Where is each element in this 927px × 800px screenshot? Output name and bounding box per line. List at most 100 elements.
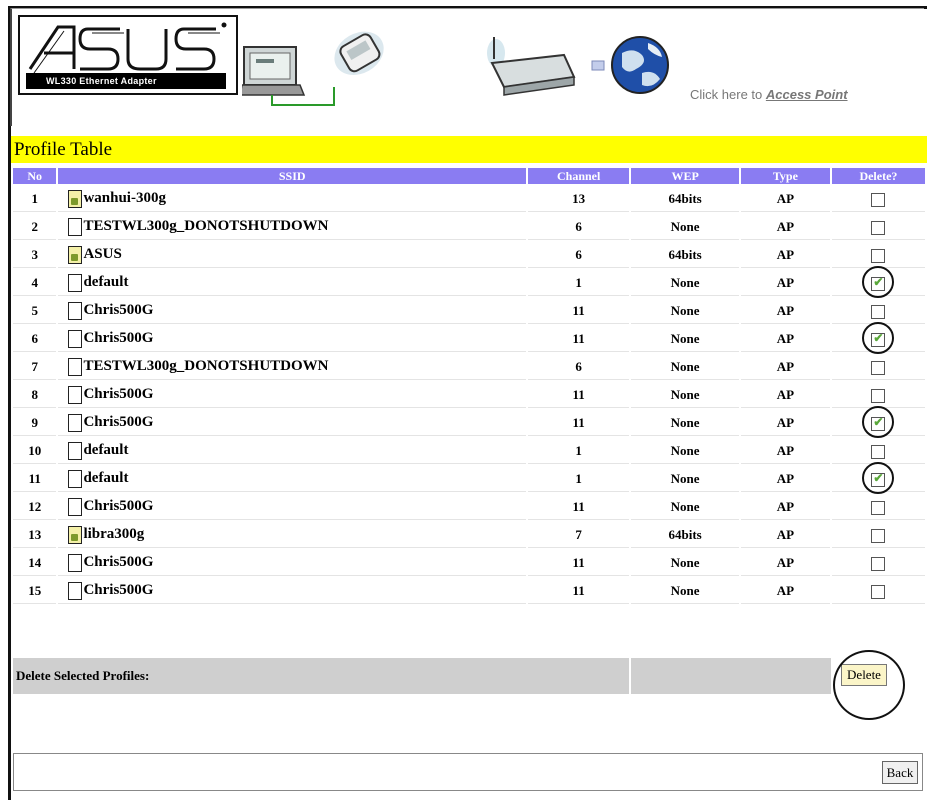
delete-checkbox[interactable] [871, 471, 886, 487]
profile-document-icon [68, 357, 83, 376]
table-row: 10 default 1 None AP [13, 438, 925, 464]
row-number: 13 [13, 522, 57, 548]
secure-profile-icon [68, 525, 83, 544]
wep-cell: None [631, 550, 739, 576]
secure-profile-icon [68, 189, 83, 208]
ssid-cell: Chris500G [58, 494, 526, 520]
row-number: 10 [13, 438, 57, 464]
ssid-cell: default [58, 270, 526, 296]
delete-checkbox[interactable] [871, 584, 886, 599]
type-cell: AP [740, 410, 830, 436]
wep-cell: None [631, 214, 739, 240]
wep-cell: None [631, 354, 739, 380]
profile-table-title: Profile Table [11, 136, 927, 163]
wep-cell: 64bits [631, 242, 739, 268]
delete-button[interactable]: Delete [841, 664, 887, 686]
ssid-name: libra300g [83, 526, 145, 542]
ssid-name: Chris500G [83, 386, 154, 402]
ssid-cell: TESTWL300g_DONOTSHUTDOWN [58, 354, 526, 380]
ssid-wrapper: Chris500G [58, 553, 526, 572]
column-header-type: Type [740, 168, 830, 184]
globe-icon [611, 36, 669, 94]
table-row: 8 Chris500G 11 None AP [13, 382, 925, 408]
row-number: 2 [13, 214, 57, 240]
type-cell: AP [740, 242, 830, 268]
product-name-strip: WL330 Ethernet Adapter [26, 73, 226, 89]
wep-cell: None [631, 494, 739, 520]
back-button[interactable]: Back [882, 761, 918, 784]
delete-checkbox[interactable] [871, 220, 886, 235]
access-point-link[interactable]: Access Point [766, 87, 848, 102]
channel-cell: 11 [527, 550, 630, 576]
delete-selected-label: Delete Selected Profiles: [13, 658, 629, 694]
ssid-wrapper: Chris500G [58, 413, 526, 432]
channel-cell: 1 [527, 466, 630, 492]
ssid-cell: Chris500G [58, 298, 526, 324]
profile-document-icon [68, 329, 83, 348]
ssid-cell: default [58, 438, 526, 464]
channel-cell: 13 [527, 186, 630, 212]
delete-checkbox[interactable] [871, 275, 886, 291]
ssid-name: default [83, 470, 129, 486]
delete-checkbox[interactable] [871, 331, 886, 347]
ssid-cell: default [58, 466, 526, 492]
laptop-adapter-icon [242, 31, 384, 106]
type-cell: AP [740, 494, 830, 520]
channel-cell: 11 [527, 382, 630, 408]
delete-checkbox[interactable] [871, 500, 886, 515]
ssid-name: wanhui-300g [83, 190, 166, 206]
wep-cell: None [631, 298, 739, 324]
row-number: 12 [13, 494, 57, 520]
channel-cell: 7 [527, 522, 630, 548]
table-row: 14 Chris500G 11 None AP [13, 550, 925, 576]
column-header-no: No [13, 168, 57, 184]
channel-cell: 1 [527, 438, 630, 464]
ssid-name: Chris500G [83, 582, 154, 598]
delete-cell [831, 522, 925, 548]
profile-document-icon [68, 217, 83, 236]
delete-checkbox[interactable] [871, 388, 886, 403]
ssid-name: default [83, 442, 129, 458]
delete-button-cell: Delete [833, 650, 925, 720]
ssid-name: default [83, 274, 129, 290]
wep-cell: None [631, 410, 739, 436]
ssid-name: ASUS [83, 246, 122, 262]
ssid-name: Chris500G [83, 554, 154, 570]
delete-checkbox[interactable] [871, 248, 886, 263]
delete-checkbox[interactable] [871, 528, 886, 543]
table-row: 7 TESTWL300g_DONOTSHUTDOWN 6 None AP [13, 354, 925, 380]
type-cell: AP [740, 214, 830, 240]
row-number: 6 [13, 326, 57, 352]
profile-table-body: 1 wanhui-300g 13 64bits AP 2 TESTWL300g_DONOTS… [13, 186, 925, 604]
row-number: 14 [13, 550, 57, 576]
type-cell: AP [740, 438, 830, 464]
ssid-wrapper: TESTWL300g_DONOTSHUTDOWN [58, 217, 526, 236]
access-prefix-text: Click here to [690, 87, 766, 102]
profile-document-icon [68, 385, 83, 404]
column-header-ssid: SSID [58, 168, 526, 184]
ssid-wrapper: default [58, 441, 526, 460]
table-row: 5 Chris500G 11 None AP [13, 298, 925, 324]
delete-cell [831, 438, 925, 464]
delete-cell [831, 550, 925, 576]
row-number: 9 [13, 410, 57, 436]
delete-checkbox[interactable] [871, 304, 886, 319]
ssid-wrapper: ASUS [58, 245, 526, 264]
wep-cell: None [631, 438, 739, 464]
asus-logo: WL330 Ethernet Adapter [18, 15, 238, 95]
delete-checkbox[interactable] [871, 444, 886, 459]
delete-checkbox[interactable] [871, 360, 886, 375]
type-cell: AP [740, 326, 830, 352]
type-cell: AP [740, 550, 830, 576]
ssid-cell: ASUS [58, 242, 526, 268]
channel-cell: 11 [527, 326, 630, 352]
delete-checkbox[interactable] [871, 556, 886, 571]
delete-checkbox[interactable] [871, 192, 886, 207]
ssid-name: Chris500G [83, 498, 154, 514]
delete-cell [831, 406, 925, 438]
table-row: 1 wanhui-300g 13 64bits AP [13, 186, 925, 212]
ssid-wrapper: Chris500G [58, 497, 526, 516]
ssid-wrapper: Chris500G [58, 329, 526, 348]
channel-cell: 11 [527, 578, 630, 604]
delete-checkbox[interactable] [871, 415, 886, 431]
